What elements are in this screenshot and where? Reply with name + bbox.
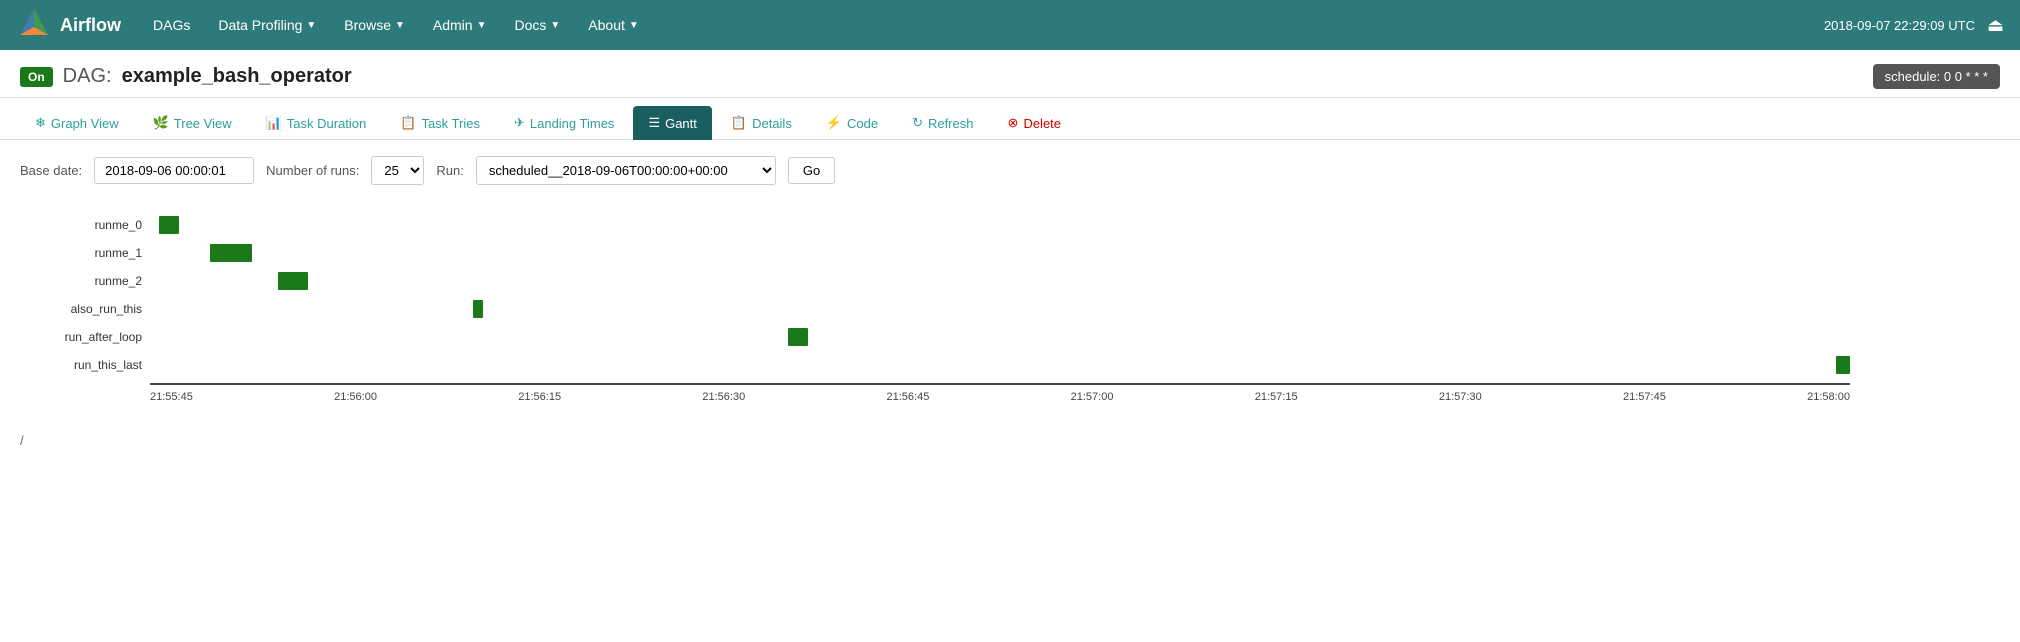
details-icon: 📋	[731, 115, 747, 131]
brand: Airflow	[16, 7, 121, 43]
nav-items: DAGs Data Profiling ▼ Browse ▼ Admin ▼ D…	[141, 9, 1824, 41]
navbar: Airflow DAGs Data Profiling ▼ Browse ▼ A…	[0, 0, 2020, 50]
run-select[interactable]: scheduled__2018-09-06T00:00:00+00:00	[476, 156, 776, 185]
gantt-task-label: run_after_loop	[22, 330, 142, 344]
controls-bar: Base date: Number of runs: 25 Run: sched…	[0, 140, 2020, 201]
tab-gantt-label: Gantt	[665, 116, 697, 131]
run-label: Run:	[436, 163, 463, 178]
tab-landing-times[interactable]: ✈ Landing Times	[499, 106, 629, 140]
gantt-axis-label: 21:55:45	[150, 391, 193, 403]
tab-delete-label: Delete	[1023, 116, 1061, 131]
dag-name: example_bash_operator	[122, 65, 352, 88]
gantt-axis-label: 21:57:00	[1071, 391, 1114, 403]
brand-name: Airflow	[60, 15, 121, 36]
gantt-bar[interactable]	[278, 272, 309, 290]
go-button[interactable]: Go	[788, 157, 835, 184]
base-date-input[interactable]	[94, 157, 254, 184]
gantt-axis-label: 21:56:15	[518, 391, 561, 403]
gantt-task-label: run_this_last	[22, 358, 142, 372]
gantt-row: runme_1	[150, 239, 2000, 267]
datetime-display: 2018-09-07 22:29:09 UTC	[1824, 18, 1975, 33]
gantt-bar[interactable]	[210, 244, 253, 262]
tab-task-duration-label: Task Duration	[287, 116, 366, 131]
tree-icon: 🌿	[153, 115, 169, 131]
tab-tree-view[interactable]: 🌿 Tree View	[138, 106, 247, 140]
gantt-bar[interactable]	[473, 300, 483, 318]
airflow-logo-icon	[16, 7, 52, 43]
tab-details[interactable]: 📋 Details	[716, 106, 807, 140]
tab-refresh[interactable]: ↻ Refresh	[897, 106, 988, 140]
graph-icon: ❄	[35, 115, 46, 131]
tab-details-label: Details	[752, 116, 792, 131]
tab-code-label: Code	[847, 116, 878, 131]
tab-graph-label: Graph View	[51, 116, 119, 131]
gantt-row: runme_0	[150, 211, 2000, 239]
tab-task-tries[interactable]: 📋 Task Tries	[385, 106, 495, 140]
tab-gantt[interactable]: ☰ Gantt	[633, 106, 711, 140]
tab-landing-label: Landing Times	[530, 116, 615, 131]
gantt-row: runme_2	[150, 267, 2000, 295]
gantt-icon: ☰	[648, 115, 660, 131]
refresh-icon: ↻	[912, 115, 923, 131]
footer: /	[0, 423, 2020, 458]
tab-delete[interactable]: ⊗ Delete	[993, 106, 1076, 140]
code-icon: ⚡	[826, 115, 842, 131]
gantt-axis-label: 21:56:00	[334, 391, 377, 403]
page-container: On DAG: example_bash_operator schedule: …	[0, 50, 2020, 642]
gantt-task-label: runme_0	[22, 218, 142, 232]
gantt-axis-label: 21:58:00	[1807, 391, 1850, 403]
on-badge[interactable]: On	[20, 67, 53, 87]
nav-browse[interactable]: Browse ▼	[332, 9, 417, 41]
gantt-task-label: runme_2	[22, 274, 142, 288]
nav-docs[interactable]: Docs ▼	[502, 9, 572, 41]
dag-title-area: On DAG: example_bash_operator	[20, 65, 352, 88]
gantt-container: runme_0runme_1runme_2also_run_thisrun_af…	[0, 201, 2020, 423]
tab-code[interactable]: ⚡ Code	[811, 106, 893, 140]
num-runs-label: Number of runs:	[266, 163, 359, 178]
nav-about[interactable]: About ▼	[576, 9, 651, 41]
gantt-row: run_this_last	[150, 351, 2000, 379]
gantt-chart-area: runme_0runme_1runme_2also_run_thisrun_af…	[150, 211, 2000, 403]
gantt-row: also_run_this	[150, 295, 2000, 323]
gantt-bar[interactable]	[159, 216, 179, 234]
gantt-axis: 21:55:45 21:56:00 21:56:15 21:56:30 21:56:45…	[150, 383, 1850, 403]
schedule-badge: schedule: 0 0 * * *	[1873, 64, 2000, 89]
gantt-axis-label: 21:57:45	[1623, 391, 1666, 403]
user-icon[interactable]: ⏏	[1987, 15, 2004, 36]
nav-dags[interactable]: DAGs	[141, 9, 202, 41]
tab-task-duration[interactable]: 📊 Task Duration	[251, 106, 382, 140]
gantt-axis-label: 21:57:15	[1255, 391, 1298, 403]
plane-icon: ✈	[514, 115, 525, 131]
tab-task-tries-label: Task Tries	[421, 116, 480, 131]
gantt-axis-label: 21:56:45	[887, 391, 930, 403]
num-runs-select[interactable]: 25	[371, 156, 424, 185]
gantt-row: run_after_loop	[150, 323, 2000, 351]
dag-header: On DAG: example_bash_operator schedule: …	[0, 50, 2020, 98]
nav-data-profiling[interactable]: Data Profiling ▼	[206, 9, 328, 41]
gantt-rows: runme_0runme_1runme_2also_run_thisrun_af…	[150, 211, 2000, 379]
footer-text: /	[20, 433, 24, 448]
nav-right: 2018-09-07 22:29:09 UTC ⏏	[1824, 15, 2004, 36]
tabs-bar: ❄ Graph View 🌿 Tree View 📊 Task Duration…	[0, 98, 2020, 140]
gantt-bar[interactable]	[1836, 356, 1850, 374]
bar-chart-icon: 📊	[266, 115, 282, 131]
gantt-task-label: also_run_this	[22, 302, 142, 316]
base-date-label: Base date:	[20, 163, 82, 178]
tab-tree-label: Tree View	[174, 116, 232, 131]
gantt-axis-label: 21:56:30	[702, 391, 745, 403]
gantt-task-label: runme_1	[22, 246, 142, 260]
gantt-bar[interactable]	[788, 328, 808, 346]
dag-label: DAG:	[63, 65, 112, 88]
nav-admin[interactable]: Admin ▼	[421, 9, 499, 41]
tab-refresh-label: Refresh	[928, 116, 974, 131]
tab-graph-view[interactable]: ❄ Graph View	[20, 106, 134, 140]
delete-icon: ⊗	[1008, 115, 1019, 131]
gantt-axis-label: 21:57:30	[1439, 391, 1482, 403]
task-tries-icon: 📋	[400, 115, 416, 131]
